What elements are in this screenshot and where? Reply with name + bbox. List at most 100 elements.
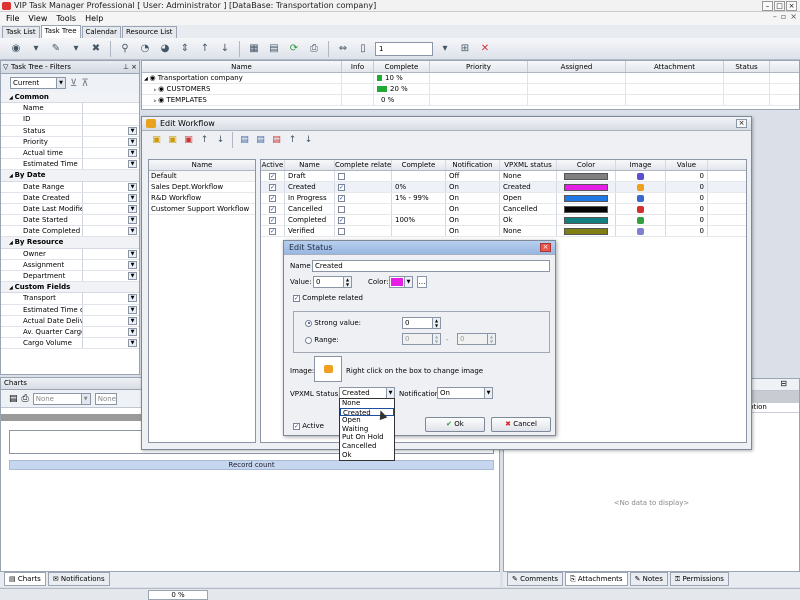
status-col-header[interactable]: Name — [285, 160, 335, 170]
filter-category[interactable]: Custom Fields — [1, 282, 139, 294]
menu-help[interactable]: Help — [85, 14, 103, 23]
status-up-icon[interactable]: ↑ — [286, 134, 299, 146]
active-checkbox[interactable]: ✓ — [269, 216, 276, 224]
workflow-list-item[interactable]: Default — [149, 171, 255, 182]
col-name[interactable]: Name — [142, 61, 342, 72]
col-status[interactable]: Status — [724, 61, 770, 72]
status-row[interactable]: ✓ Completed ✓ 100% On Ok 0 — [261, 215, 746, 226]
name-input[interactable]: Created — [312, 260, 550, 272]
columns-icon[interactable]: ⇔ — [335, 42, 351, 56]
refresh-icon[interactable]: ⟳ — [286, 42, 302, 56]
filter-row[interactable]: Actual time ▼ — [1, 147, 139, 160]
active-checkbox[interactable]: ✓ — [269, 227, 276, 235]
page-icon[interactable]: ▯ — [355, 42, 371, 56]
filter-category[interactable]: By Date — [1, 170, 139, 182]
workflow-list-item[interactable]: Customer Support Workflow — [149, 204, 255, 215]
image-box[interactable] — [314, 356, 342, 382]
active-checkbox[interactable]: ✓ — [269, 183, 276, 191]
filter-value[interactable] — [83, 103, 139, 113]
mdi-close-button[interactable]: × — [790, 12, 797, 21]
status-col-header[interactable]: Active — [261, 160, 285, 170]
page-combo[interactable]: 1 — [375, 41, 433, 56]
filter-dropdown-icon[interactable]: ▼ — [128, 339, 137, 348]
complete-related-checkbox[interactable] — [338, 172, 345, 180]
indent-icon[interactable]: ◔ — [137, 42, 153, 56]
status-down-icon[interactable]: ↓ — [302, 134, 315, 146]
col-complete[interactable]: Complete — [374, 61, 430, 72]
tab-comments[interactable]: ✎ Comments — [507, 572, 564, 586]
filter-value[interactable]: ▼ — [83, 148, 139, 158]
col-priority[interactable]: Priority — [430, 61, 528, 72]
delete-task-icon[interactable]: ✖ — [88, 42, 104, 56]
expand-icon[interactable]: ▦ — [246, 42, 262, 56]
chart-value-combo[interactable]: None — [94, 392, 117, 405]
tab-resource-list[interactable]: Resource List — [121, 26, 177, 38]
filter-dropdown-icon[interactable]: ▼ — [128, 327, 137, 336]
range-radio[interactable]: Range: — [305, 336, 339, 344]
status-row[interactable]: ✓ Created ✓ 0% On Created 0 — [261, 182, 746, 193]
filter-dropdown-icon[interactable]: ▼ — [128, 305, 137, 314]
col-assigned[interactable]: Assigned — [528, 61, 626, 72]
workflow-list-item[interactable]: R&D Workflow — [149, 193, 255, 204]
cancel-button[interactable]: ✖ Cancel — [491, 417, 551, 432]
dropdown-arrow-icon[interactable]: ▾ — [68, 42, 84, 56]
move-down-icon[interactable]: ↓ — [217, 42, 233, 56]
vpxml-option[interactable]: Waiting — [340, 425, 394, 434]
complete-related-checkbox[interactable] — [338, 205, 345, 213]
menu-tools[interactable]: Tools — [56, 14, 76, 23]
add-status-icon[interactable]: ▤ — [238, 134, 251, 146]
table-row[interactable]: ◢ ◉ Transportation company 10 % — [142, 73, 799, 84]
filter-value[interactable]: ▼ — [83, 182, 139, 192]
filter-category[interactable]: Common — [1, 92, 139, 104]
move-down-icon[interactable]: ↓ — [214, 134, 227, 146]
filter-value[interactable]: ▼ — [83, 260, 139, 270]
move-updown-icon[interactable]: ⇕ — [177, 42, 193, 56]
filter-row[interactable]: Date Created ▼ — [1, 192, 139, 204]
filter-value[interactable]: ▼ — [83, 271, 139, 281]
complete-related-checkbox[interactable]: ✓ — [338, 194, 345, 202]
col-attachment[interactable]: Attachment — [626, 61, 724, 72]
chart-field-combo[interactable]: None ▼ — [32, 392, 91, 405]
hierarchy-icon[interactable]: ⊞ — [457, 42, 473, 56]
tab-task-tree[interactable]: Task Tree — [40, 25, 81, 38]
edit-task-icon[interactable]: ✎ — [48, 42, 64, 56]
filter-dropdown-icon[interactable]: ▼ — [128, 137, 137, 146]
panel-settings-icon[interactable]: ⊟ — [780, 379, 787, 388]
filter-dropdown-icon[interactable]: ▼ — [128, 227, 137, 236]
status-row[interactable]: ✓ Verified On None 0 — [261, 226, 746, 237]
edit-workflow-icon[interactable]: ▣ — [166, 134, 179, 146]
vpxml-option[interactable]: Put On Hold — [340, 433, 394, 442]
filter-row[interactable]: Priority ▼ — [1, 136, 139, 148]
remove-filter-icon[interactable]: ✕ — [477, 42, 493, 56]
filter-row[interactable]: Assignment ▼ — [1, 259, 139, 271]
filter-dropdown-icon[interactable]: ▼ — [128, 160, 137, 169]
clear-filter-icon[interactable]: ⊼ — [81, 78, 88, 89]
chart-print-icon[interactable]: ⎙ — [22, 394, 29, 404]
filter-value[interactable]: ▼ — [83, 215, 139, 225]
mdi-restore-button[interactable]: ▫ — [781, 12, 786, 21]
tab-charts[interactable]: ▤ Charts — [4, 572, 46, 586]
pin-icon[interactable]: ⊥ — [123, 61, 129, 73]
filter-preset-combo[interactable]: Current ▼ — [10, 77, 66, 89]
panel-close-icon[interactable]: × — [131, 61, 137, 73]
dropdown-arrow-icon[interactable]: ▾ — [28, 42, 44, 56]
filter-dropdown-icon[interactable]: ▼ — [128, 182, 137, 191]
filter-dropdown-icon[interactable]: ▼ — [128, 148, 137, 157]
complete-related-checkbox[interactable]: ✓ — [338, 183, 345, 191]
filter-value[interactable]: ▼ — [83, 159, 139, 169]
move-up-icon[interactable]: ↑ — [197, 42, 213, 56]
active-checkbox[interactable]: ✓ — [269, 194, 276, 202]
filter-row[interactable]: Av. Quarter Cargo V ▼ — [1, 326, 139, 339]
filter-row[interactable]: Cargo Volume ▼ — [1, 338, 139, 350]
edit-workflow-close-button[interactable]: × — [736, 119, 747, 128]
filter-dropdown-icon[interactable]: ▼ — [128, 216, 137, 225]
status-col-header[interactable]: Value — [666, 160, 708, 170]
add-workflow-icon[interactable]: ▣ — [150, 134, 163, 146]
filter-row[interactable]: ID — [1, 114, 139, 126]
tab-notifications[interactable]: ✉ Notifications — [47, 572, 110, 586]
active-checkbox[interactable]: ✓ — [269, 205, 276, 213]
color-picker[interactable]: ▼ — [389, 276, 413, 288]
filter-row[interactable]: Estimated Time of A ▼ — [1, 304, 139, 316]
status-row[interactable]: ✓ Cancelled On Cancelled 0 — [261, 204, 746, 215]
tab-attachments[interactable]: ⎘ Attachments — [565, 572, 628, 586]
